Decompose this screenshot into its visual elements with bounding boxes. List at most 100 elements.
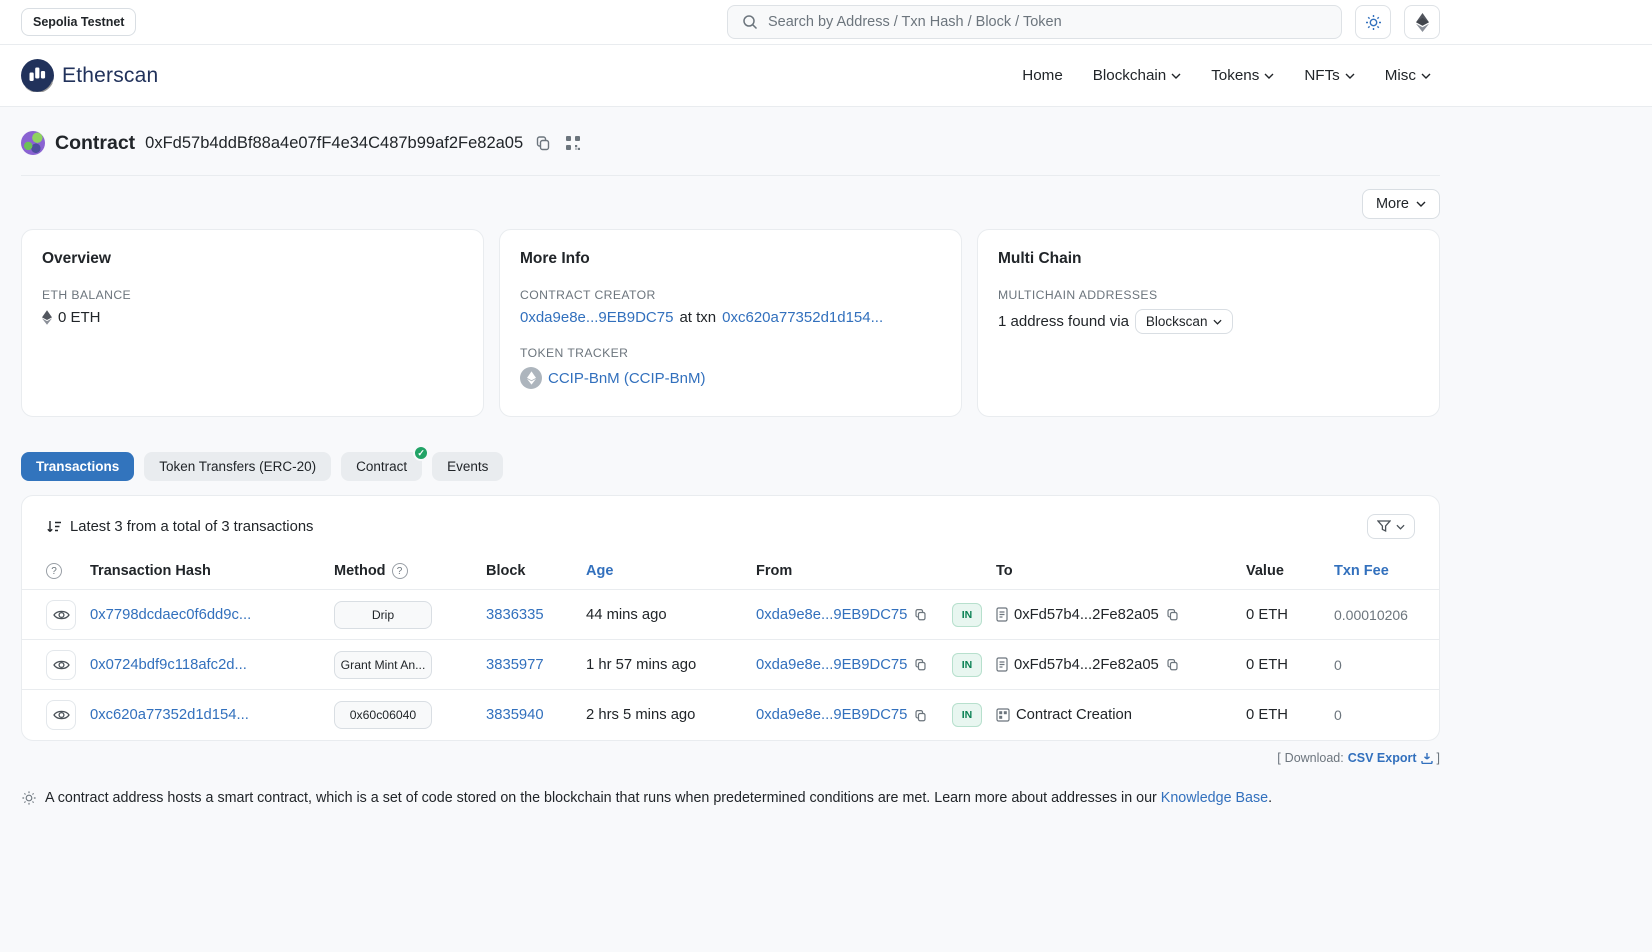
blockscan-dropdown-value: Blockscan <box>1146 314 1208 329</box>
nav-label: Misc <box>1385 67 1416 84</box>
multichain-found-text: 1 address found via <box>998 313 1129 330</box>
method-help-icon[interactable]: ? <box>392 563 408 579</box>
more-button-label: More <box>1376 196 1409 212</box>
txn-age: 44 mins ago <box>586 607 756 623</box>
tab-contract-label: Contract <box>356 459 407 474</box>
copy-from-button[interactable] <box>913 708 928 723</box>
nav-item-tokens[interactable]: Tokens <box>1211 67 1274 84</box>
nav-item-blockchain[interactable]: Blockchain <box>1093 67 1181 84</box>
knowledge-base-link[interactable]: Knowledge Base <box>1161 790 1268 806</box>
method-badge: Grant Mint An... <box>334 651 432 679</box>
token-tracker-link[interactable]: CCIP-BnM (CCIP-BnM) <box>548 370 706 387</box>
preview-txn-button[interactable] <box>46 700 76 730</box>
col-transaction-hash: Transaction Hash <box>90 563 334 579</box>
main-navbar: Etherscan Home Blockchain Tokens NFTs Mi… <box>0 45 1652 107</box>
chevron-down-icon <box>1421 73 1431 79</box>
tab-contract[interactable]: Contract ✓ <box>341 452 422 481</box>
copy-from-button[interactable] <box>913 607 928 622</box>
tab-token-transfers[interactable]: Token Transfers (ERC-20) <box>144 452 331 481</box>
overview-card-title: Overview <box>42 250 463 268</box>
copy-to-button[interactable] <box>1165 657 1180 672</box>
bracket: [ <box>1277 751 1280 765</box>
block-link[interactable]: 3835940 <box>486 707 544 723</box>
transaction-row: 0xc620a77352d1d154... 0x60c06040 3835940… <box>22 690 1439 740</box>
top-utility-bar: Sepolia Testnet <box>0 0 1652 45</box>
page-title: Contract <box>55 132 135 155</box>
col-txn-fee-sort-link[interactable]: Txn Fee <box>1334 563 1389 579</box>
from-address-link[interactable]: 0xda9e8e...9EB9DC75 <box>756 657 907 673</box>
transactions-panel: Latest 3 from a total of 3 transactions … <box>21 495 1440 741</box>
download-icon <box>1421 752 1433 764</box>
direction-badge: IN <box>952 653 982 677</box>
block-link[interactable]: 3836335 <box>486 607 544 623</box>
network-badge[interactable]: Sepolia Testnet <box>21 8 136 36</box>
sort-icon <box>46 519 62 534</box>
txn-hash-link[interactable]: 0x7798dcdaec0f6dd9c... <box>90 607 251 623</box>
txn-hash-link[interactable]: 0x0724bdf9c118afc2d... <box>90 657 247 673</box>
col-value: Value <box>1246 563 1334 579</box>
to-address[interactable]: 0xFd57b4...2Fe82a05 <box>1014 607 1159 623</box>
help-icon[interactable]: ? <box>46 563 62 579</box>
address-identicon-avatar <box>21 131 45 155</box>
network-switch-button[interactable] <box>1404 5 1440 39</box>
creation-txn-link[interactable]: 0xc620a77352d1d154... <box>722 309 883 326</box>
download-row: [ Download: CSV Export ] <box>21 751 1440 765</box>
to-address[interactable]: 0xFd57b4...2Fe82a05 <box>1014 657 1159 673</box>
tip-text: A contract address hosts a smart contrac… <box>45 790 1157 806</box>
txn-fee: 0 <box>1334 707 1415 723</box>
to-contract-creation[interactable]: Contract Creation <box>1016 707 1132 723</box>
table-header-row: ? Transaction Hash Method ? Block Age Fr… <box>22 563 1439 590</box>
eth-balance-label: ETH BALANCE <box>42 288 463 302</box>
csv-export-link[interactable]: CSV Export <box>1348 751 1433 765</box>
txn-hash-link[interactable]: 0xc620a77352d1d154... <box>90 707 249 723</box>
search-input[interactable] <box>768 14 1329 30</box>
nav-item-misc[interactable]: Misc <box>1385 67 1431 84</box>
from-address-link[interactable]: 0xda9e8e...9EB9DC75 <box>756 707 907 723</box>
txn-fee: 0.00010206 <box>1334 607 1415 623</box>
tab-events[interactable]: Events <box>432 452 503 481</box>
transaction-row: 0x7798dcdaec0f6dd9c... Drip 3836335 44 m… <box>22 590 1439 640</box>
brand-name: Etherscan <box>62 64 158 88</box>
eth-diamond-icon <box>42 310 52 325</box>
verified-check-icon: ✓ <box>413 445 429 461</box>
copy-to-button[interactable] <box>1165 607 1180 622</box>
overview-card: Overview ETH BALANCE 0 ETH <box>21 229 484 417</box>
eth-balance-value: 0 ETH <box>58 309 101 326</box>
txn-age: 1 hr 57 mins ago <box>586 657 756 673</box>
multichain-card: Multi Chain MULTICHAIN ADDRESSES 1 addre… <box>977 229 1440 417</box>
nav-label: Blockchain <box>1093 67 1166 84</box>
block-link[interactable]: 3835977 <box>486 657 544 673</box>
summary-cards: Overview ETH BALANCE 0 ETH More Info CON… <box>21 229 1440 417</box>
chevron-down-icon <box>1396 524 1405 530</box>
brand-logo[interactable]: Etherscan <box>21 59 158 92</box>
filter-button[interactable] <box>1367 514 1415 539</box>
from-address-link[interactable]: 0xda9e8e...9EB9DC75 <box>756 607 907 623</box>
direction-badge: IN <box>952 603 982 627</box>
blockscan-dropdown[interactable]: Blockscan <box>1135 309 1234 334</box>
method-badge: 0x60c06040 <box>334 701 432 729</box>
tip-suffix: . <box>1268 790 1272 806</box>
copy-address-button[interactable] <box>533 133 553 153</box>
copy-from-button[interactable] <box>913 657 928 672</box>
method-badge: Drip <box>334 601 432 629</box>
nav-links: Home Blockchain Tokens NFTs Misc <box>1022 67 1431 84</box>
theme-toggle-button[interactable] <box>1355 5 1391 39</box>
nav-item-home[interactable]: Home <box>1022 67 1063 84</box>
token-tracker-label: TOKEN TRACKER <box>520 346 941 360</box>
etherscan-logo-icon <box>21 59 54 92</box>
search-bar[interactable] <box>727 5 1342 39</box>
qr-code-button[interactable] <box>563 133 583 153</box>
csv-export-label: CSV Export <box>1348 751 1417 765</box>
tip-lightbulb-icon <box>21 790 37 806</box>
preview-txn-button[interactable] <box>46 600 76 630</box>
tab-transactions[interactable]: Transactions <box>21 452 134 481</box>
col-block: Block <box>486 563 586 579</box>
preview-txn-button[interactable] <box>46 650 76 680</box>
more-dropdown-button[interactable]: More <box>1362 189 1440 219</box>
nav-item-nfts[interactable]: NFTs <box>1304 67 1354 84</box>
chevron-down-icon <box>1416 201 1426 207</box>
creator-conjunction: at txn <box>679 309 716 326</box>
col-to: To <box>996 563 1246 579</box>
creator-address-link[interactable]: 0xda9e8e...9EB9DC75 <box>520 309 673 326</box>
col-age-sort-link[interactable]: Age <box>586 563 613 579</box>
